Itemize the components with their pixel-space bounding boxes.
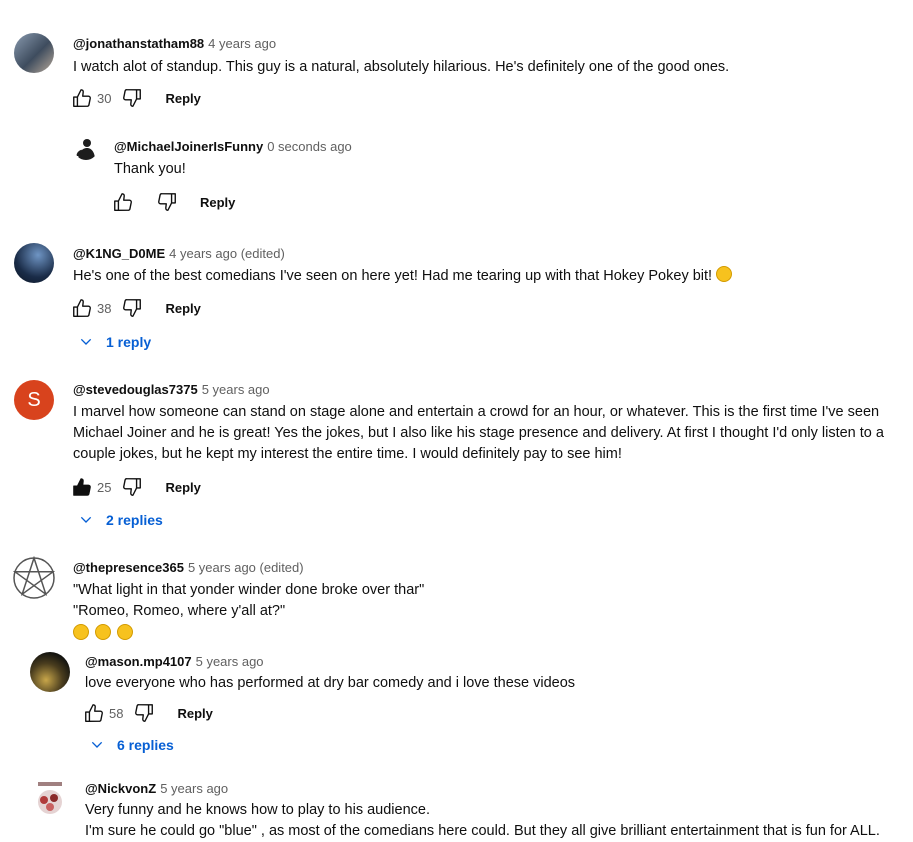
chevron-down-icon: [89, 737, 105, 753]
comment-header: @mason.mp4107 5 years ago: [85, 654, 264, 669]
thumbs-down-icon[interactable]: [121, 476, 143, 498]
thumbs-up-icon[interactable]: [83, 702, 105, 724]
comment-text: Thank you!: [114, 161, 186, 177]
avatar-letter: S: [27, 388, 41, 411]
timestamp[interactable]: 5 years ago: [160, 781, 228, 796]
avatar[interactable]: [30, 652, 70, 692]
timestamp[interactable]: 5 years ago: [202, 382, 270, 397]
laughing-emoji-icon: [117, 624, 134, 640]
avatar[interactable]: [74, 136, 98, 160]
thumbs-up-icon[interactable]: [71, 87, 93, 109]
thumbs-down-icon[interactable]: [121, 297, 143, 319]
comment-text: He's one of the best comedians I've seen…: [73, 266, 734, 287]
thumbs-up-icon[interactable]: [71, 297, 93, 319]
thumbs-up-icon[interactable]: [112, 191, 134, 213]
action-bar: 25 Reply: [71, 476, 201, 498]
view-replies-button[interactable]: 1 reply: [78, 334, 151, 350]
reply-button[interactable]: Reply: [165, 480, 200, 495]
person-silhouette-icon: [76, 139, 95, 160]
timestamp[interactable]: 5 years ago (edited): [188, 560, 304, 575]
avatar[interactable]: [30, 778, 70, 818]
comment-header: @thepresence365 5 years ago (edited): [73, 560, 304, 575]
timestamp[interactable]: 0 seconds ago: [267, 139, 352, 154]
action-bar: Reply: [112, 191, 235, 213]
chevron-down-icon: [78, 512, 94, 528]
author-handle[interactable]: @MichaelJoinerIsFunny: [114, 139, 263, 154]
collage-avatar-icon: [38, 782, 62, 814]
reply-button[interactable]: Reply: [165, 91, 200, 106]
author-handle[interactable]: @K1NG_D0ME: [73, 246, 165, 261]
comment-text: I marvel how someone can stand on stage …: [73, 404, 884, 462]
avatar[interactable]: [14, 33, 54, 73]
comment-text: love everyone who has performed at dry b…: [85, 675, 576, 691]
like-count: 38: [97, 300, 112, 316]
author-handle[interactable]: @thepresence365: [73, 560, 184, 575]
laughing-emoji-icon: [95, 624, 112, 640]
like-count: 58: [109, 705, 124, 721]
comment-header: @MichaelJoinerIsFunny 0 seconds ago: [114, 139, 352, 154]
comment-header: @NickvonZ 5 years ago: [85, 781, 228, 796]
author-handle[interactable]: @stevedouglas7375: [73, 382, 198, 397]
comment-text: I watch alot of standup. This guy is a n…: [73, 59, 730, 75]
comment-header: @stevedouglas7375 5 years ago: [73, 382, 270, 397]
reply-button[interactable]: Reply: [200, 195, 235, 210]
thumbs-down-icon[interactable]: [121, 87, 143, 109]
timestamp[interactable]: 4 years ago: [208, 36, 276, 51]
timestamp[interactable]: 5 years ago: [196, 654, 264, 669]
thumbs-up-filled-icon[interactable]: [71, 476, 93, 498]
reply-button[interactable]: Reply: [177, 706, 212, 721]
emoji-row: [73, 624, 424, 645]
like-count: 30: [97, 90, 112, 106]
action-bar: 38 Reply: [71, 297, 201, 319]
comment-text: Very funny and he knows how to play to h…: [85, 802, 880, 839]
laughing-emoji-icon: [716, 266, 733, 282]
thumbs-down-icon[interactable]: [156, 191, 178, 213]
comment-header: @jonathanstatham88 4 years ago: [73, 36, 276, 51]
view-replies-button[interactable]: 2 replies: [78, 512, 163, 528]
action-bar: 30 Reply: [71, 87, 201, 109]
view-replies-button[interactable]: 6 replies: [89, 737, 174, 753]
chevron-down-icon: [78, 334, 94, 350]
pentagram-icon: [12, 556, 56, 599]
author-handle[interactable]: @jonathanstatham88: [73, 36, 204, 51]
laughing-emoji-icon: [73, 624, 89, 640]
timestamp[interactable]: 4 years ago (edited): [169, 246, 285, 261]
avatar[interactable]: S: [14, 380, 54, 420]
comment-text: "What light in that yonder winder done b…: [73, 580, 424, 645]
reply-button[interactable]: Reply: [165, 301, 200, 316]
avatar[interactable]: [12, 556, 56, 600]
like-count: 25: [97, 479, 112, 495]
author-handle[interactable]: @mason.mp4107: [85, 654, 192, 669]
author-handle[interactable]: @NickvonZ: [85, 781, 156, 796]
avatar[interactable]: [14, 243, 54, 283]
thumbs-down-icon[interactable]: [133, 702, 155, 724]
comment-header: @K1NG_D0ME 4 years ago (edited): [73, 246, 285, 261]
action-bar: 58 Reply: [83, 702, 213, 724]
